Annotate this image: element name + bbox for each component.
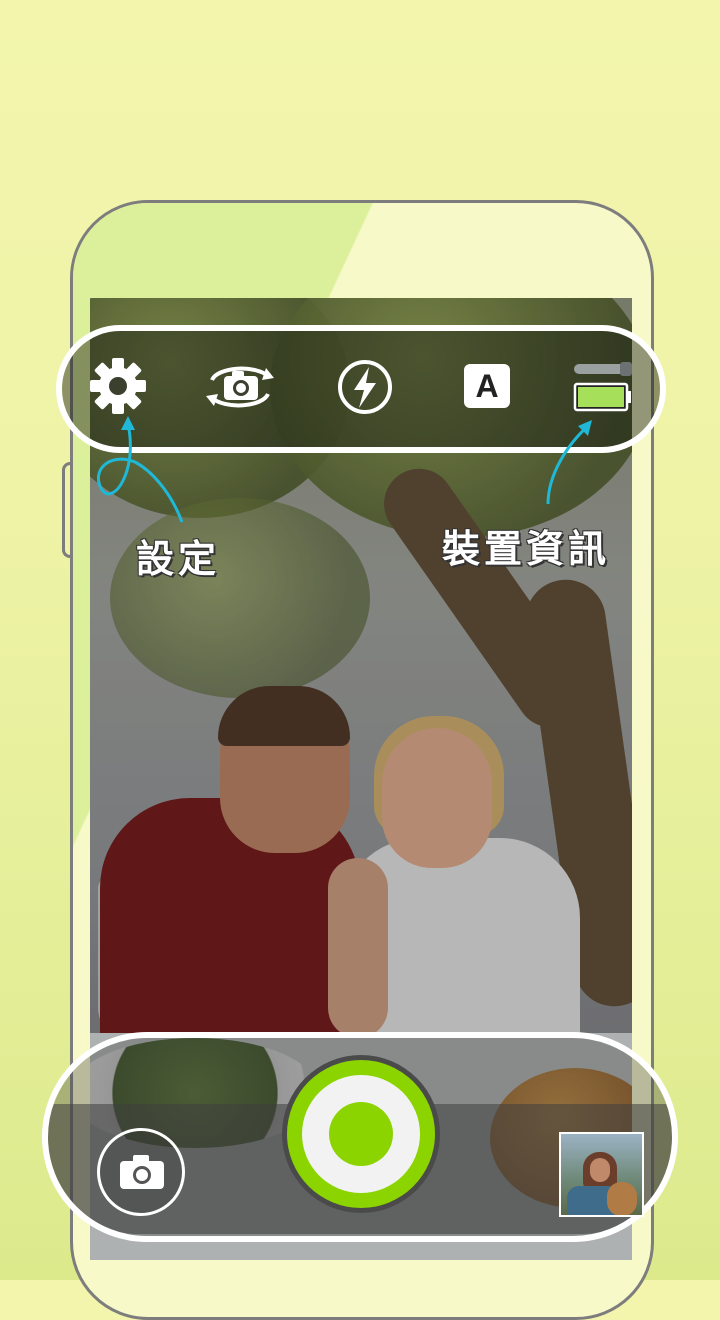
camera-icon [120, 1155, 164, 1189]
device-info-callout-arrow [546, 420, 592, 505]
battery-level [578, 387, 624, 407]
usb-cable-icon [574, 364, 628, 374]
camera-rotate-icon [206, 366, 274, 408]
auto-mode-button[interactable]: A [462, 362, 512, 410]
auto-mode-label: A [475, 367, 499, 404]
switch-camera-button[interactable] [202, 358, 278, 416]
settings-label: 設定 [136, 536, 221, 581]
auto-mode-icon: A [464, 364, 510, 408]
shutter-button[interactable] [282, 1055, 440, 1213]
settings-callout-arrow [96, 416, 184, 523]
settings-button[interactable] [88, 356, 148, 416]
gear-icon [90, 358, 146, 414]
battery-icon [573, 362, 632, 412]
device-info-label: 裝置資訊 [442, 526, 611, 571]
flash-button[interactable] [336, 358, 394, 416]
shutter-core [329, 1102, 393, 1166]
thumbnail-dog [607, 1182, 637, 1215]
gallery-thumbnail[interactable] [559, 1132, 644, 1217]
device-info-button[interactable] [570, 358, 634, 414]
thumbnail-face [590, 1158, 610, 1182]
shutter-ring [287, 1060, 435, 1208]
shutter-inner [302, 1075, 420, 1193]
camera-mode-button[interactable] [97, 1128, 185, 1216]
flash-auto-icon [338, 360, 392, 414]
